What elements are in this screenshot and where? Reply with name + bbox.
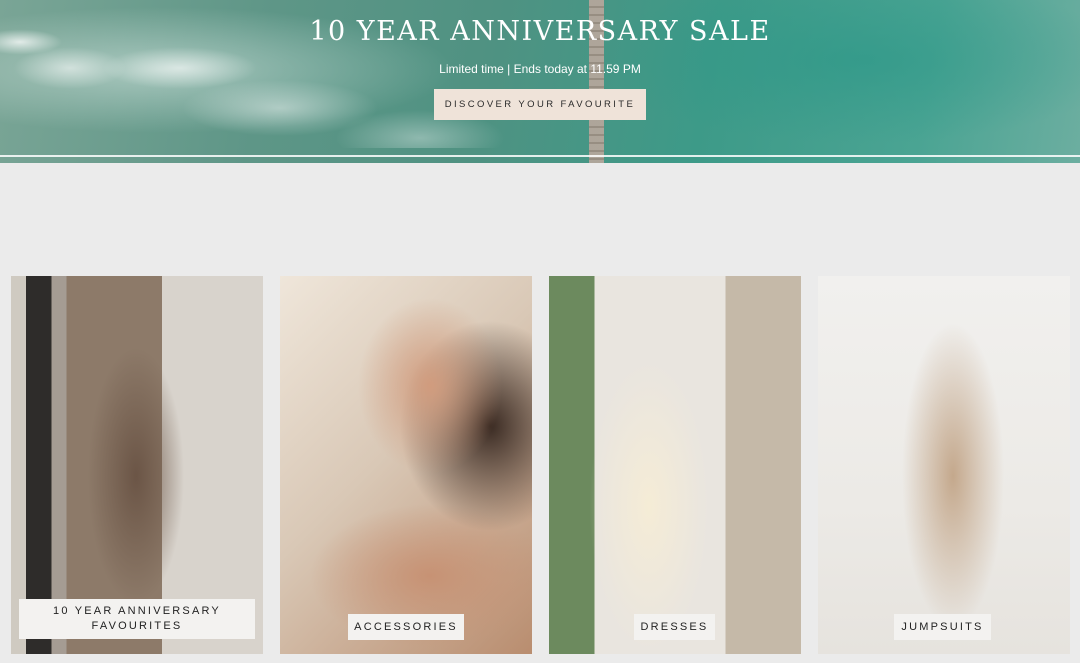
hero-banner[interactable]: 10 YEAR ANNIVERSARY SALE Limited time | … bbox=[0, 0, 1080, 163]
category-label[interactable]: DRESSES bbox=[634, 614, 715, 640]
discover-favourite-button[interactable]: DISCOVER YOUR FAVOURITE bbox=[434, 89, 646, 120]
category-card-dresses[interactable]: DRESSES bbox=[549, 276, 801, 654]
category-label[interactable]: ACCESSORIES bbox=[348, 614, 464, 640]
category-card-accessories[interactable]: ACCESSORIES bbox=[280, 276, 532, 654]
hero-title: 10 YEAR ANNIVERSARY SALE bbox=[309, 16, 771, 47]
category-card-jumpsuits[interactable]: JUMPSUITS bbox=[818, 276, 1070, 654]
category-card-anniversary-favourites[interactable]: 10 YEAR ANNIVERSARY FAVOURITES bbox=[11, 276, 263, 654]
category-label[interactable]: 10 YEAR ANNIVERSARY FAVOURITES bbox=[19, 599, 255, 639]
hero-divider bbox=[0, 155, 1080, 157]
hero-subtitle: Limited time | Ends today at 11.59 PM bbox=[439, 62, 641, 76]
category-label[interactable]: JUMPSUITS bbox=[894, 614, 991, 640]
